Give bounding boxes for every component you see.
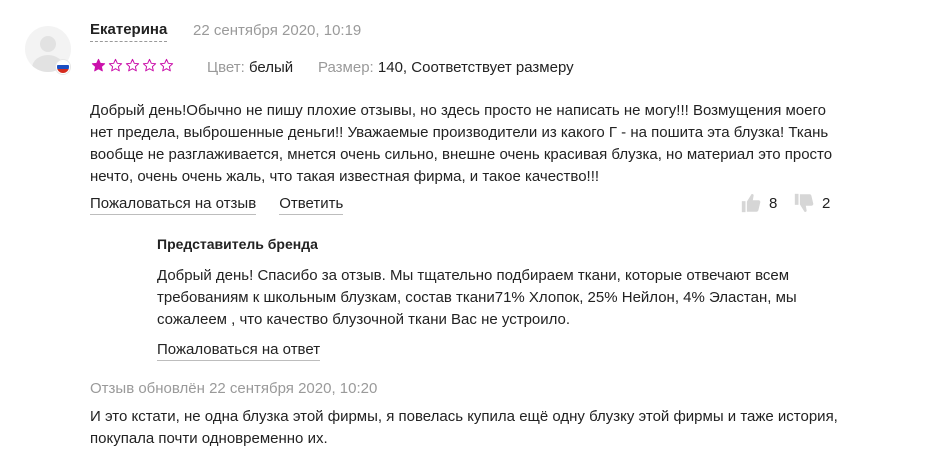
- complain-reply-link[interactable]: Пожаловаться на ответ: [157, 341, 321, 361]
- star-empty-icon: [108, 58, 123, 72]
- thumbs-up-icon: [741, 194, 761, 213]
- brand-reply-text: Добрый день! Спасибо за отзыв. Мы тщател…: [157, 267, 797, 328]
- review-date: 22 сентября 2020, 10:19: [193, 22, 362, 39]
- product-color: Цвет: белый: [207, 59, 293, 76]
- review-text: Добрый день!Обычно не пишу плохие отзывы…: [90, 102, 833, 185]
- review-actions: Пожаловаться на отзыв Ответить: [90, 195, 344, 215]
- star-empty-icon: [125, 58, 140, 72]
- rating-stars: [91, 58, 174, 73]
- like-button[interactable]: 8: [740, 192, 777, 214]
- complain-review-link[interactable]: Пожаловаться на отзыв: [90, 195, 257, 215]
- star-empty-icon: [142, 58, 157, 72]
- size-label: Размер:: [318, 59, 374, 76]
- review-updated-label: Отзыв обновлён 22 сентября 2020, 10:20: [90, 380, 378, 397]
- brand-reply-actions: Пожаловаться на ответ: [157, 341, 321, 361]
- russia-flag-icon: [56, 60, 70, 74]
- review-card: Екатерина 22 сентября 2020, 10:19 Цвет: …: [0, 0, 939, 473]
- thumbs-down-icon: [794, 193, 814, 212]
- size-value: 140, Соответствует размеру: [377, 59, 574, 76]
- dislike-count: 2: [822, 194, 831, 212]
- dislike-button[interactable]: 2: [793, 192, 830, 214]
- review-author[interactable]: Екатерина: [90, 21, 168, 42]
- review-update-text: И это кстати, не одна блузка этой фирмы,…: [90, 408, 838, 447]
- color-value: белый: [248, 59, 294, 76]
- like-count: 8: [769, 194, 778, 212]
- star-filled-icon: [91, 58, 106, 72]
- reply-link[interactable]: Ответить: [279, 195, 344, 215]
- color-label: Цвет:: [207, 59, 245, 76]
- brand-reply-title: Представитель бренда: [157, 236, 318, 252]
- star-empty-icon: [159, 58, 174, 72]
- product-size: Размер: 140, Соответствует размеру: [318, 59, 574, 76]
